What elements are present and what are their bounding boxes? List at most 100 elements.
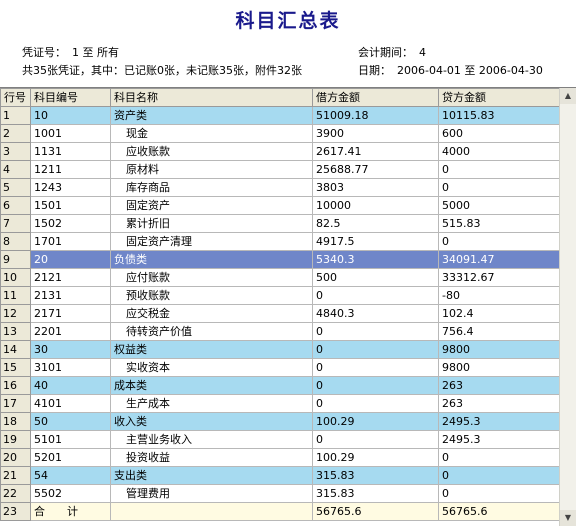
account-code-cell[interactable]: 50: [30, 412, 111, 431]
credit-amount-cell[interactable]: -80: [438, 286, 561, 305]
table-row[interactable]: 23 合 计 56765.6 56765.6: [0, 502, 561, 521]
row-number-cell[interactable]: 1: [0, 106, 31, 125]
credit-amount-cell[interactable]: 4000: [438, 142, 561, 161]
row-number-cell[interactable]: 19: [0, 430, 31, 449]
account-name-cell[interactable]: 固定资产: [110, 196, 313, 215]
debit-amount-cell[interactable]: 0: [312, 430, 439, 449]
debit-amount-cell[interactable]: 0: [312, 376, 439, 395]
account-code-cell[interactable]: 5502: [30, 484, 111, 503]
credit-amount-cell[interactable]: 756.4: [438, 322, 561, 341]
credit-amount-cell[interactable]: 263: [438, 394, 561, 413]
row-number-cell[interactable]: 8: [0, 232, 31, 251]
credit-amount-cell[interactable]: 34091.47: [438, 250, 561, 269]
account-name-cell[interactable]: 应收账款: [110, 142, 313, 161]
account-code-cell[interactable]: 1701: [30, 232, 111, 251]
account-code-cell[interactable]: 合 计: [30, 502, 111, 521]
table-row[interactable]: 5 1243 库存商品 3803 0: [0, 178, 561, 197]
credit-amount-cell[interactable]: 9800: [438, 340, 561, 359]
table-row[interactable]: 2 1001 现金 3900 600: [0, 124, 561, 143]
col-header-row-no[interactable]: 行号: [0, 88, 31, 107]
account-code-cell[interactable]: 2121: [30, 268, 111, 287]
account-name-cell[interactable]: 预收账款: [110, 286, 313, 305]
account-name-cell[interactable]: 原材料: [110, 160, 313, 179]
account-name-cell[interactable]: 成本类: [110, 376, 313, 395]
table-row[interactable]: 16 40 成本类 0 263: [0, 376, 561, 395]
credit-amount-cell[interactable]: 515.83: [438, 214, 561, 233]
row-number-cell[interactable]: 9: [0, 250, 31, 269]
table-row[interactable]: 7 1502 累计折旧 82.5 515.83: [0, 214, 561, 233]
debit-amount-cell[interactable]: 4840.3: [312, 304, 439, 323]
col-header-credit[interactable]: 贷方金额: [438, 88, 561, 107]
credit-amount-cell[interactable]: 33312.67: [438, 268, 561, 287]
debit-amount-cell[interactable]: 5340.3: [312, 250, 439, 269]
row-number-cell[interactable]: 21: [0, 466, 31, 485]
debit-amount-cell[interactable]: 315.83: [312, 466, 439, 485]
vertical-scrollbar[interactable]: ▲ ▼: [559, 88, 576, 526]
debit-amount-cell[interactable]: 56765.6: [312, 502, 439, 521]
account-code-cell[interactable]: 1502: [30, 214, 111, 233]
account-name-cell[interactable]: 应交税金: [110, 304, 313, 323]
account-code-cell[interactable]: 10: [30, 106, 111, 125]
account-name-cell[interactable]: 应付账款: [110, 268, 313, 287]
credit-amount-cell[interactable]: 0: [438, 178, 561, 197]
credit-amount-cell[interactable]: 9800: [438, 358, 561, 377]
account-name-cell[interactable]: 负债类: [110, 250, 313, 269]
col-header-code[interactable]: 科目编号: [30, 88, 111, 107]
row-number-cell[interactable]: 10: [0, 268, 31, 287]
table-row[interactable]: 12 2171 应交税金 4840.3 102.4: [0, 304, 561, 323]
debit-amount-cell[interactable]: 100.29: [312, 448, 439, 467]
row-number-cell[interactable]: 6: [0, 196, 31, 215]
table-row[interactable]: 14 30 权益类 0 9800: [0, 340, 561, 359]
account-name-cell[interactable]: 累计折旧: [110, 214, 313, 233]
account-name-cell[interactable]: 固定资产清理: [110, 232, 313, 251]
credit-amount-cell[interactable]: 600: [438, 124, 561, 143]
credit-amount-cell[interactable]: 2495.3: [438, 412, 561, 431]
account-code-cell[interactable]: 40: [30, 376, 111, 395]
account-code-cell[interactable]: 2131: [30, 286, 111, 305]
row-number-cell[interactable]: 15: [0, 358, 31, 377]
credit-amount-cell[interactable]: 0: [438, 484, 561, 503]
row-number-cell[interactable]: 20: [0, 448, 31, 467]
table-row[interactable]: 22 5502 管理费用 315.83 0: [0, 484, 561, 503]
account-code-cell[interactable]: 1501: [30, 196, 111, 215]
table-row[interactable]: 17 4101 生产成本 0 263: [0, 394, 561, 413]
table-row[interactable]: 10 2121 应付账款 500 33312.67: [0, 268, 561, 287]
credit-amount-cell[interactable]: 263: [438, 376, 561, 395]
debit-amount-cell[interactable]: 3803: [312, 178, 439, 197]
credit-amount-cell[interactable]: 0: [438, 160, 561, 179]
debit-amount-cell[interactable]: 51009.18: [312, 106, 439, 125]
row-number-cell[interactable]: 4: [0, 160, 31, 179]
account-code-cell[interactable]: 2201: [30, 322, 111, 341]
row-number-cell[interactable]: 23: [0, 502, 31, 521]
account-name-cell[interactable]: 实收资本: [110, 358, 313, 377]
table-row[interactable]: 11 2131 预收账款 0 -80: [0, 286, 561, 305]
credit-amount-cell[interactable]: 10115.83: [438, 106, 561, 125]
account-code-cell[interactable]: 4101: [30, 394, 111, 413]
account-code-cell[interactable]: 1211: [30, 160, 111, 179]
account-code-cell[interactable]: 54: [30, 466, 111, 485]
account-name-cell[interactable]: 现金: [110, 124, 313, 143]
account-name-cell[interactable]: 投资收益: [110, 448, 313, 467]
credit-amount-cell[interactable]: 0: [438, 466, 561, 485]
account-code-cell[interactable]: 1243: [30, 178, 111, 197]
debit-amount-cell[interactable]: 4917.5: [312, 232, 439, 251]
table-row[interactable]: 20 5201 投资收益 100.29 0: [0, 448, 561, 467]
debit-amount-cell[interactable]: 0: [312, 286, 439, 305]
debit-amount-cell[interactable]: 0: [312, 358, 439, 377]
table-row[interactable]: 3 1131 应收账款 2617.41 4000: [0, 142, 561, 161]
table-row[interactable]: 6 1501 固定资产 10000 5000: [0, 196, 561, 215]
credit-amount-cell[interactable]: 56765.6: [438, 502, 561, 521]
account-code-cell[interactable]: 1001: [30, 124, 111, 143]
account-name-cell[interactable]: 收入类: [110, 412, 313, 431]
account-code-cell[interactable]: 2171: [30, 304, 111, 323]
row-number-cell[interactable]: 12: [0, 304, 31, 323]
table-row[interactable]: 4 1211 原材料 25688.77 0: [0, 160, 561, 179]
debit-amount-cell[interactable]: 0: [312, 322, 439, 341]
col-header-debit[interactable]: 借方金额: [312, 88, 439, 107]
debit-amount-cell[interactable]: 0: [312, 394, 439, 413]
account-code-cell[interactable]: 5101: [30, 430, 111, 449]
row-number-cell[interactable]: 18: [0, 412, 31, 431]
account-name-cell[interactable]: 权益类: [110, 340, 313, 359]
row-number-cell[interactable]: 16: [0, 376, 31, 395]
table-row[interactable]: 13 2201 待转资产价值 0 756.4: [0, 322, 561, 341]
